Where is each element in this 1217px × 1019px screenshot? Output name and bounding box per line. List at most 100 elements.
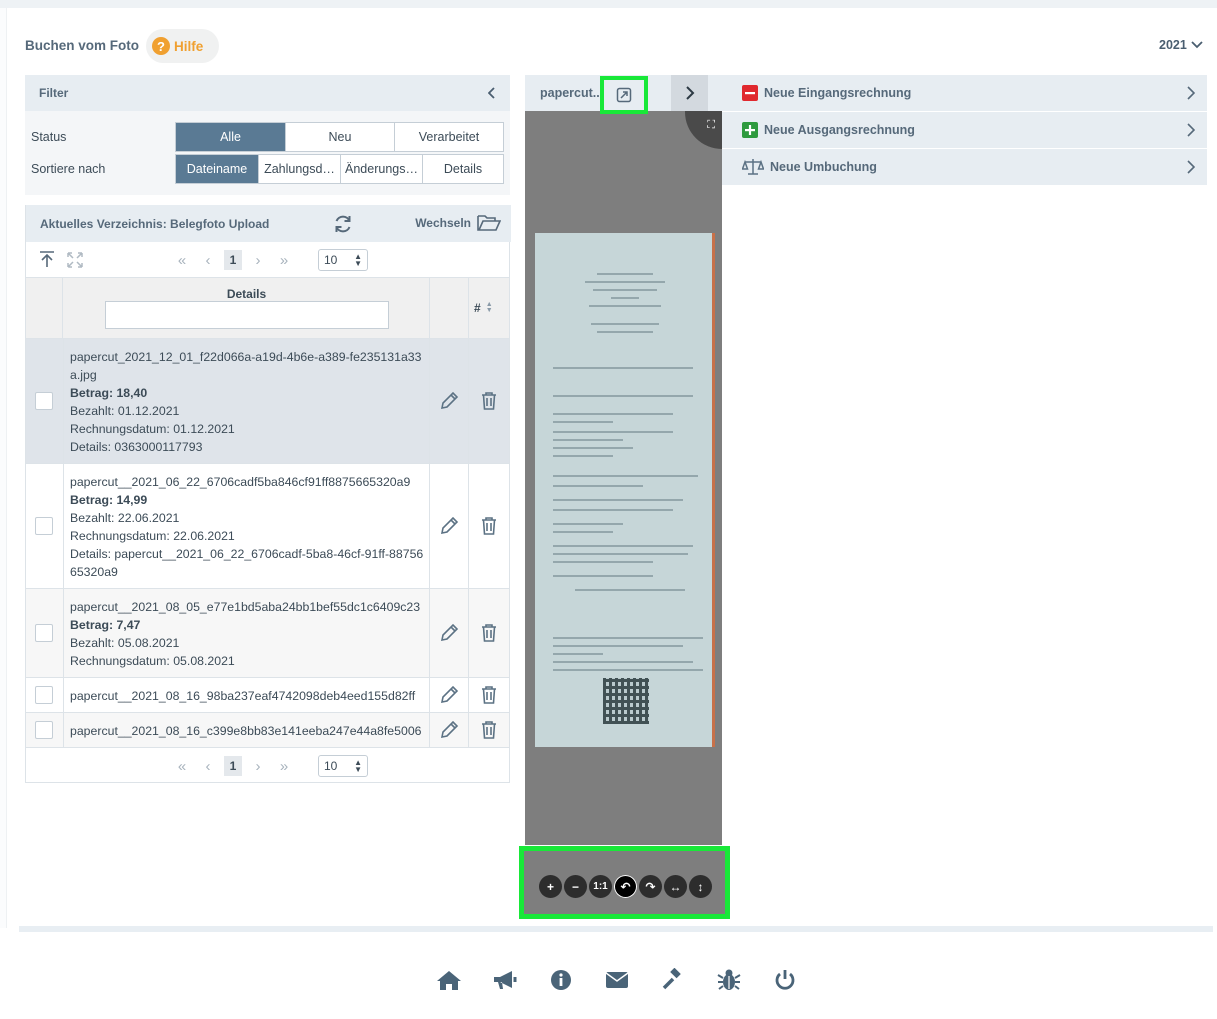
row-checkbox[interactable] (35, 392, 53, 410)
sort-icon: ▲ ▼ (485, 301, 493, 314)
gavel-icon[interactable] (656, 966, 690, 994)
sort-label: Sortiere nach (31, 162, 106, 176)
new-incoming-invoice-button[interactable]: Neue Eingangsrechnung (722, 75, 1207, 112)
trash-icon[interactable] (480, 720, 498, 740)
column-details: Details (226, 287, 267, 301)
envelope-icon[interactable] (600, 966, 634, 994)
left-rule (0, 8, 7, 928)
row-checkbox[interactable] (35, 624, 53, 642)
status-option-alle[interactable]: Alle (176, 123, 285, 151)
scroll-top-icon[interactable] (38, 250, 56, 268)
page-size-select[interactable]: 10 ▲ ▼ (318, 249, 368, 271)
directory-panel: Aktuelles Verzeichnis: Belegfoto Upload … (25, 205, 511, 783)
trash-icon[interactable] (480, 516, 498, 536)
pencil-icon[interactable] (439, 391, 459, 411)
new-outgoing-invoice-button[interactable]: Neue Ausgangsrechnung (722, 112, 1207, 149)
page-size-value: 10 (324, 759, 338, 773)
sort-option-details[interactable]: Details (422, 155, 503, 183)
switch-folder-button[interactable]: Wechseln (415, 213, 501, 233)
help-button[interactable]: ? Hilfe (146, 29, 219, 63)
table-row[interactable]: papercut__2021_08_16_c399e8bb83e141eeba2… (26, 713, 509, 748)
trash-icon[interactable] (480, 685, 498, 705)
sort-row: Sortiere nach Dateiname Zahlungsd… Änder… (31, 154, 504, 184)
page-title: Buchen vom Foto (25, 38, 139, 53)
trash-icon[interactable] (480, 391, 498, 411)
filter-header[interactable]: Filter (25, 75, 510, 111)
action-label: Neue Ausgangsrechnung (764, 123, 915, 137)
details-text: Details: 0363000117793 (70, 440, 203, 454)
pencil-icon[interactable] (439, 720, 459, 740)
row-checkbox[interactable] (35, 517, 53, 535)
zoom-out-button[interactable]: − (564, 875, 587, 898)
chevron-right-icon (685, 86, 694, 100)
power-icon[interactable] (768, 966, 802, 994)
footer-divider (19, 926, 1213, 932)
first-page-button[interactable]: « (172, 756, 192, 776)
open-external-button[interactable] (600, 76, 648, 114)
action-label: Neue Umbuchung (770, 160, 877, 174)
page-size-select[interactable]: 10 ▲ ▼ (318, 755, 368, 777)
fullscreen-button[interactable]: ⛶ (685, 111, 722, 149)
chevron-down-icon (1191, 41, 1203, 49)
trash-icon[interactable] (480, 623, 498, 643)
delete-cell (469, 339, 509, 463)
column-hash: # (474, 301, 481, 315)
status-option-neu[interactable]: Neu (285, 123, 394, 151)
prev-page-button[interactable]: ‹ (198, 250, 218, 270)
switch-label: Wechseln (415, 216, 471, 230)
rotate-right-button[interactable]: ↷ (639, 875, 662, 898)
last-page-button[interactable]: » (274, 250, 294, 270)
sort-option-dateiname[interactable]: Dateiname (176, 155, 258, 183)
chevron-right-icon (1187, 160, 1195, 174)
year-select[interactable]: 2021 (1159, 38, 1203, 52)
booking-actions: Neue Eingangsrechnung Neue Ausgangsrechn… (722, 75, 1207, 186)
flip-horizontal-button[interactable]: ↔ (664, 875, 687, 898)
column-hash-sort[interactable]: # ▲ ▼ (474, 301, 493, 315)
table-row[interactable]: papercut__2021_08_05_e77e1bd5aba24bb1bef… (26, 589, 509, 678)
row-checkbox[interactable] (35, 721, 53, 739)
file-name: papercut__2021_08_05_e77e1bd5aba24bb1bef… (70, 600, 421, 614)
header-checkbox-cell (26, 278, 63, 338)
megaphone-icon[interactable] (488, 966, 522, 994)
zoom-in-button[interactable]: + (539, 875, 562, 898)
filter-title: Filter (39, 86, 69, 100)
details-filter-input[interactable] (105, 301, 389, 329)
table-row[interactable]: papercut_2021_12_01_f22d066a-a19d-4b6e-a… (26, 339, 509, 464)
next-page-button[interactable]: › (248, 250, 268, 270)
current-page[interactable]: 1 (224, 250, 242, 270)
home-icon[interactable] (432, 966, 466, 994)
file-name: papercut__2021_08_16_98ba237eaf4742098de… (70, 689, 416, 703)
actual-size-button[interactable]: 1:1 (589, 875, 612, 898)
info-icon[interactable] (544, 966, 578, 994)
first-page-button[interactable]: « (172, 250, 192, 270)
pencil-icon[interactable] (439, 685, 459, 705)
bug-icon[interactable] (712, 966, 746, 994)
directory-header: Aktuelles Verzeichnis: Belegfoto Upload … (26, 205, 511, 242)
status-option-verarbeitet[interactable]: Verarbeitet (394, 123, 503, 151)
flip-vertical-button[interactable]: ↕ (689, 875, 712, 898)
header-details-cell: Details (63, 278, 430, 338)
row-checkbox[interactable] (35, 686, 53, 704)
table-row[interactable]: papercut__2021_08_16_98ba237eaf4742098de… (26, 678, 509, 713)
pencil-icon[interactable] (439, 623, 459, 643)
last-page-button[interactable]: » (274, 756, 294, 776)
next-image-button[interactable] (671, 75, 708, 111)
balance-scale-icon (742, 158, 764, 176)
footer-nav (432, 966, 802, 994)
refresh-icon[interactable] (332, 213, 354, 235)
sort-segmented-control: Dateiname Zahlungsd… Änderungs… Details (175, 154, 504, 184)
chevron-right-icon (1187, 123, 1195, 137)
new-transfer-button[interactable]: Neue Umbuchung (722, 149, 1207, 186)
row-details: papercut__2021_08_05_e77e1bd5aba24bb1bef… (63, 589, 430, 677)
sort-option-zahlungsdatum[interactable]: Zahlungsd… (258, 155, 340, 183)
row-details: papercut__2021_08_16_98ba237eaf4742098de… (63, 678, 430, 712)
current-page[interactable]: 1 (224, 756, 242, 776)
pencil-icon[interactable] (439, 516, 459, 536)
prev-page-button[interactable]: ‹ (198, 756, 218, 776)
rotate-left-button[interactable]: ↶ (614, 875, 637, 898)
expand-icon[interactable] (66, 251, 84, 269)
table-row[interactable]: papercut__2021_06_22_6706cadf5ba846cf91f… (26, 464, 509, 589)
sort-option-aenderungsdatum[interactable]: Änderungs… (340, 155, 422, 183)
next-page-button[interactable]: › (248, 756, 268, 776)
chevron-left-icon[interactable] (488, 87, 496, 99)
